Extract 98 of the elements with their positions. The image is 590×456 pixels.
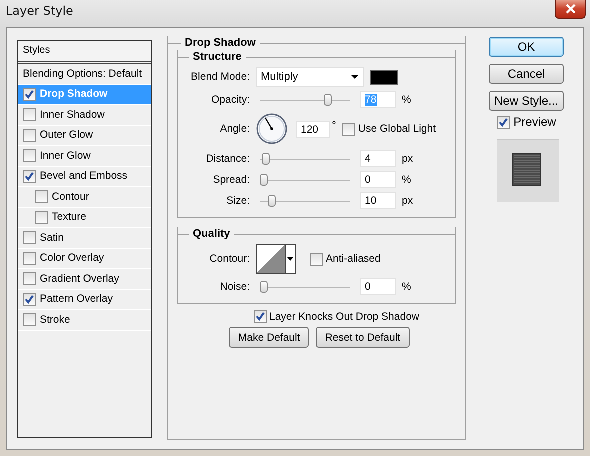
field-label: Distance: [205,152,250,164]
field-label: Blend Mode: [190,71,250,83]
checkbox-label: Use Global Light [358,123,436,135]
item-label: Satin [40,232,64,244]
dialog-button[interactable]: Make Default [229,327,310,348]
item-label: Inner Shadow [40,108,105,121]
field-label: Spread: [212,174,250,186]
checkbox[interactable] [254,310,266,323]
item-label: Texture [52,211,86,224]
checkbox[interactable] [23,149,36,162]
slider-thumb[interactable] [324,94,332,106]
blend-mode-dropdown[interactable]: Multiply [256,67,364,87]
color-swatch[interactable] [370,70,398,84]
slider[interactable] [260,194,350,208]
dialog-button[interactable]: New Style... [489,91,564,111]
field-value: 0 [365,174,371,186]
slider-thumb[interactable] [262,152,270,164]
group-title: Structure [177,50,456,64]
item-label: Stroke [40,314,70,326]
number-field[interactable]: 0 [360,278,396,295]
unit-label: % [402,94,412,106]
checkbox[interactable] [23,128,36,142]
unit-label: % [402,280,412,292]
contour-picker[interactable] [256,244,296,274]
field-label: Angle: [219,123,250,135]
close-icon [564,4,576,14]
field-label: Contour: [208,253,250,265]
checkbox-label: Preview [514,115,556,129]
dialog-button[interactable]: Cancel [489,64,564,84]
dropdown-value: Multiply [261,71,298,83]
group-title: Drop Shadow [168,36,465,50]
slider[interactable] [260,280,350,294]
item-label: Outer Glow [40,129,94,142]
slider[interactable] [260,172,350,186]
window-title: Layer Style [6,4,74,18]
style-item[interactable]: Inner Shadow [18,105,151,126]
style-item[interactable]: Outer Glow [18,126,151,146]
slider-thumb[interactable] [260,280,268,292]
checkbox[interactable] [23,292,36,306]
checkbox-label: Layer Knocks Out Drop Shadow [270,310,420,322]
field-value: 4 [365,153,371,165]
item-label: Drop Shadow [40,88,108,100]
slider-thumb[interactable] [268,194,276,206]
style-item[interactable]: Satin [18,228,151,248]
contour-curve-icon [257,245,285,273]
checkbox[interactable] [23,108,36,122]
dialog-button[interactable]: Reset to Default [316,327,410,348]
checkbox[interactable] [23,272,36,286]
item-label: Blending Options: Default [23,68,142,80]
unit-label: px [402,152,414,164]
checkbox[interactable] [23,252,36,265]
checkbox[interactable] [310,252,323,266]
caret-icon [287,257,294,261]
group-title: Quality [177,227,456,241]
style-item[interactable]: Texture [18,208,151,228]
item-label: Contour [52,190,90,203]
item-label: Color Overlay [40,252,104,264]
checkbox[interactable] [496,116,510,128]
checkbox[interactable] [23,88,36,101]
item-label: Gradient Overlay [40,272,120,285]
style-item[interactable]: Contour [18,187,151,208]
field-value: 0 [365,281,371,293]
field-label: Size: [226,194,250,206]
checkbox[interactable] [23,313,36,326]
unit-label: % [402,174,412,186]
number-field[interactable]: 120 [296,120,330,138]
unit-label: ° [332,120,336,132]
style-item[interactable]: Color Overlay [18,248,151,269]
checkbox[interactable] [342,122,356,136]
angle-dial[interactable] [256,113,288,145]
field-value: 78 [365,94,377,106]
style-item[interactable]: Pattern Overlay [18,290,151,310]
field-label: Opacity: [210,94,250,106]
style-item[interactable]: Stroke [18,310,151,330]
checkbox[interactable] [23,170,36,183]
slider-thumb[interactable] [260,174,268,186]
number-field[interactable]: 0 [360,171,396,188]
number-field[interactable]: 10 [360,192,396,209]
checkbox-label: Anti-aliased [326,253,381,265]
field-value: 10 [365,195,377,207]
slider[interactable] [260,92,350,106]
checkbox[interactable] [35,210,48,224]
checkbox[interactable] [35,190,48,204]
item-label: Inner Glow [40,150,91,162]
number-field[interactable]: 4 [360,150,396,167]
item-label: Pattern Overlay [40,293,113,306]
close-button[interactable] [555,0,586,19]
unit-label: px [402,194,414,206]
style-item[interactable]: Inner Glow [18,146,151,166]
field-label: Noise: [219,280,250,292]
slider[interactable] [260,152,350,166]
style-item[interactable]: Gradient Overlay [18,269,151,290]
preview-thumbnail [497,139,559,202]
item-label: Bevel and Emboss [40,170,128,182]
checkbox[interactable] [23,231,36,244]
caret-icon [351,75,359,79]
dialog-button[interactable]: OK [489,37,564,57]
style-item[interactable]: Bevel and Emboss [18,166,151,187]
